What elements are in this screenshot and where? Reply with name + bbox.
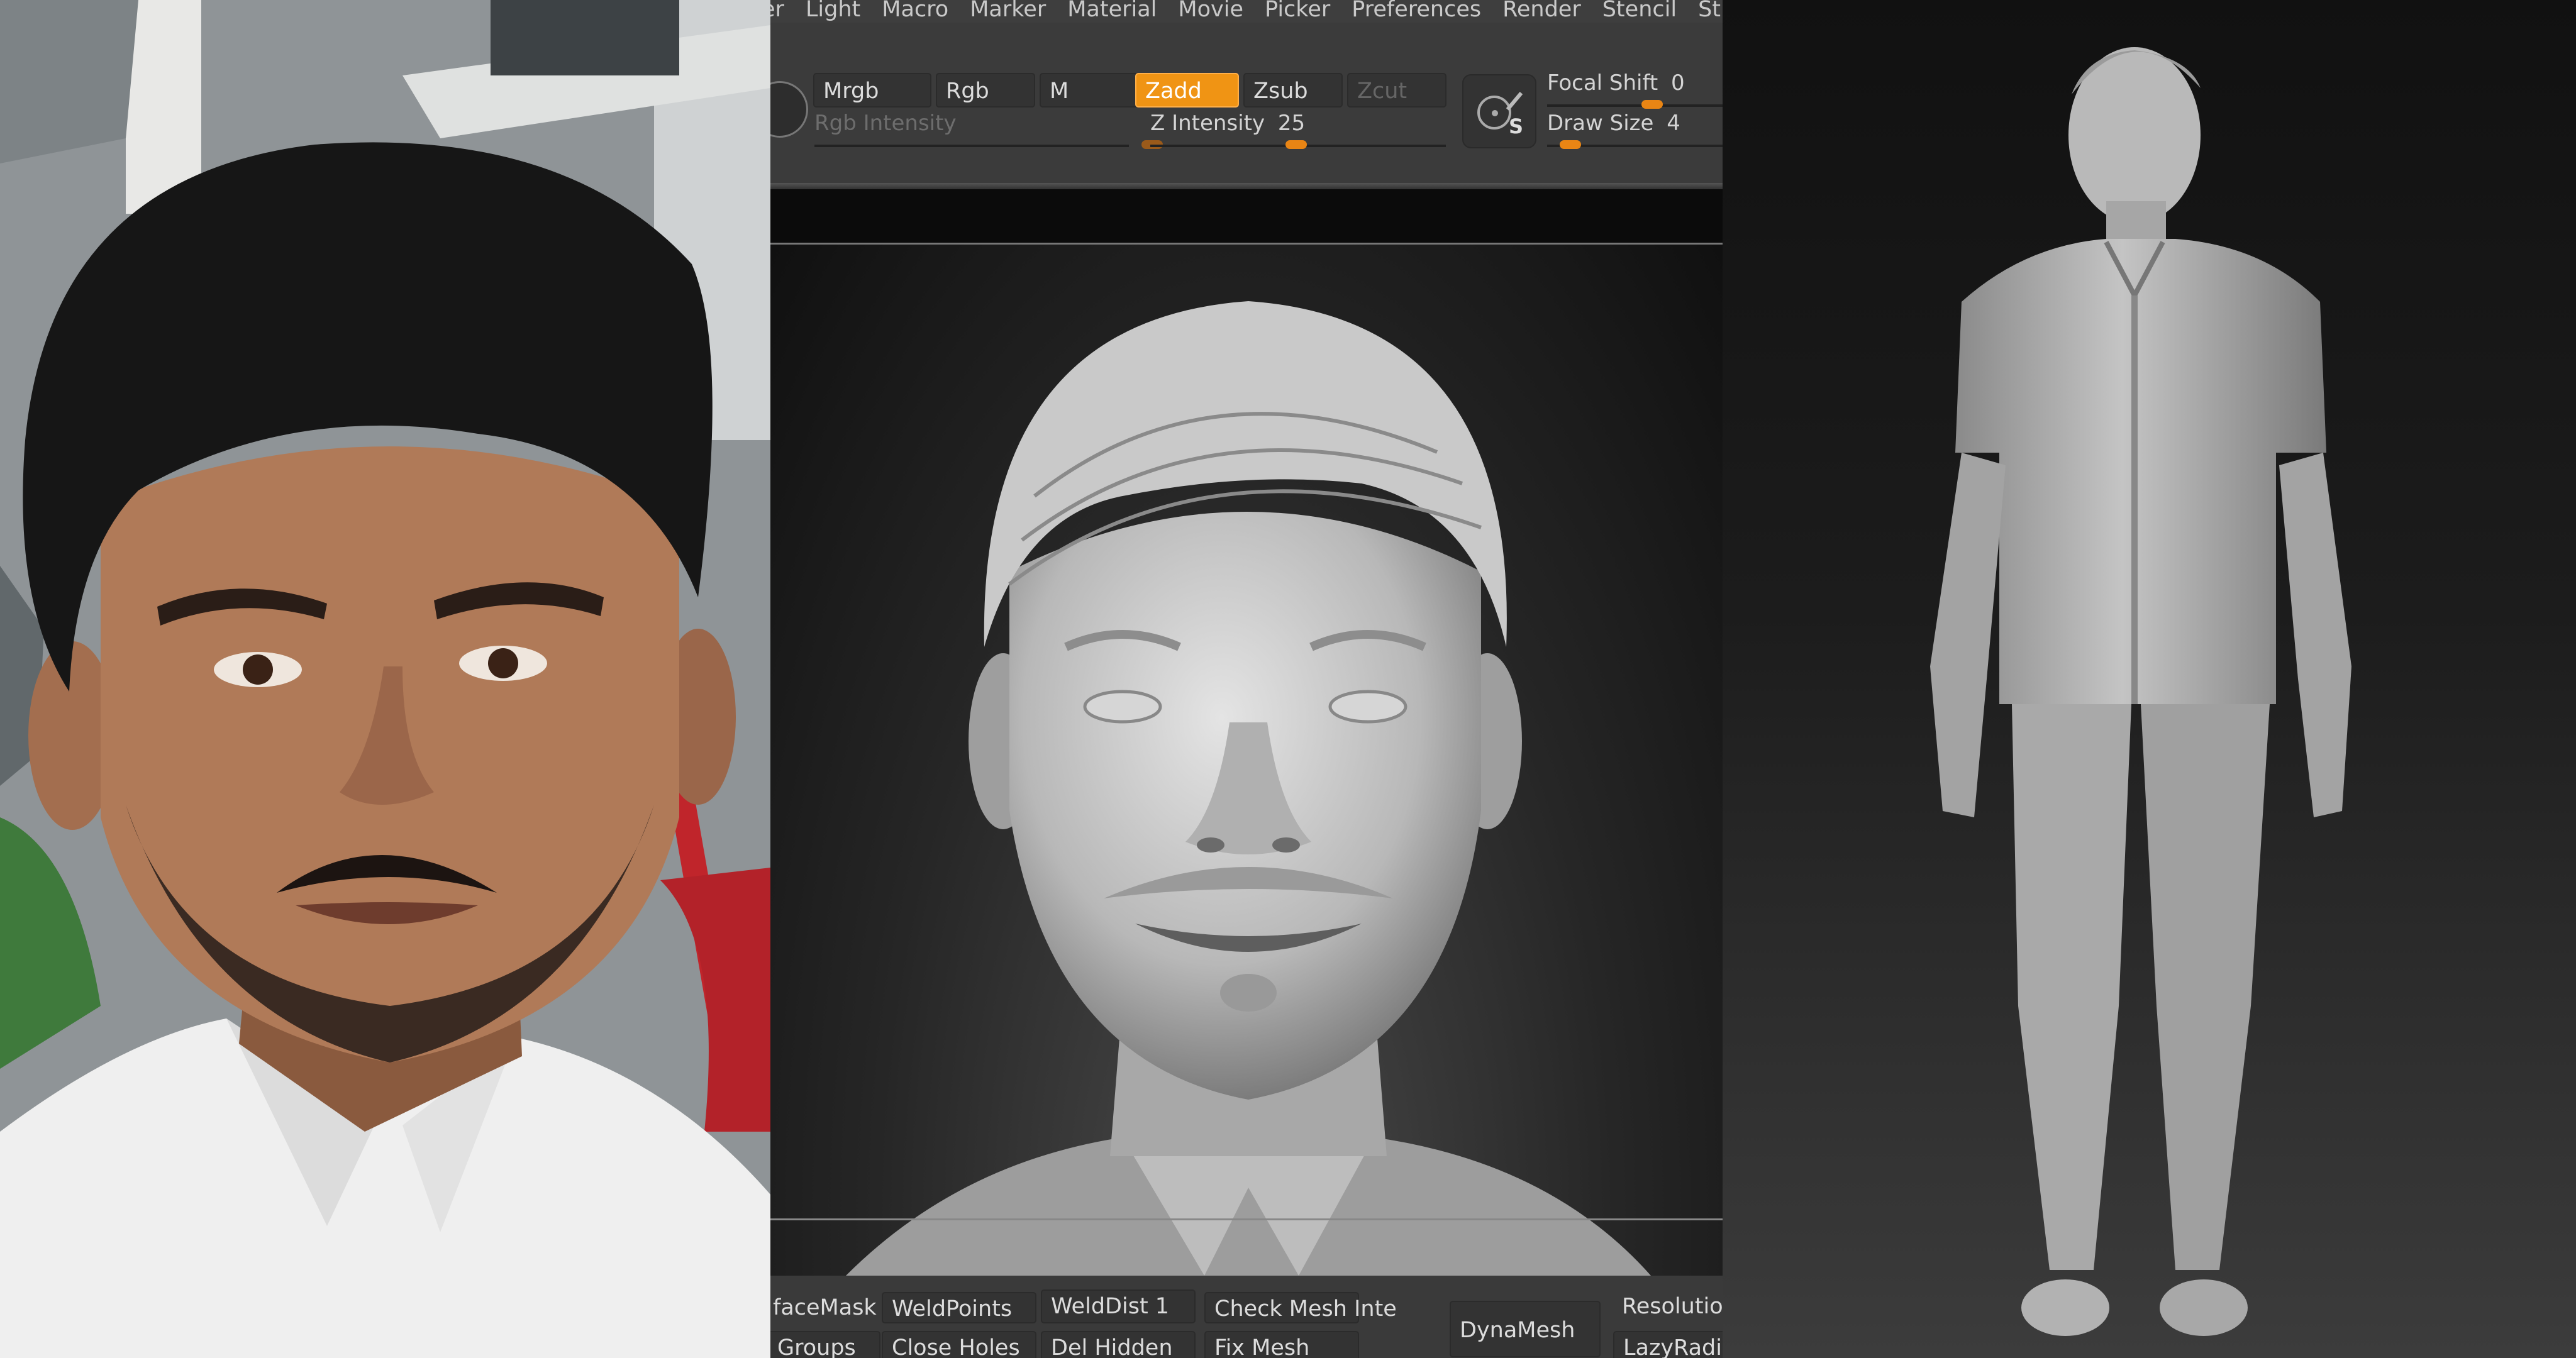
draw-size-slider[interactable]: Draw Size 4: [1547, 111, 1723, 149]
full-body-render: [1723, 0, 2576, 1358]
canvas-bottom-divider: [770, 1218, 1723, 1220]
m-button[interactable]: M: [1040, 73, 1150, 108]
welddist-slider[interactable]: WeldDist 1: [1041, 1289, 1196, 1323]
z-intensity-label: Z Intensity: [1150, 111, 1265, 136]
reference-photo-illustration: [0, 0, 770, 1358]
draw-size-value: 4: [1667, 111, 1680, 136]
menu-item-picker[interactable]: Picker: [1265, 0, 1330, 21]
head-sculpt-render: [846, 301, 1651, 1276]
full-body-sculpt: [1930, 47, 2351, 1336]
zbrush-window: er Light Macro Marker Material Movie Pic…: [770, 0, 1723, 1358]
brush-icon-letter: S: [1509, 114, 1524, 138]
menu-item-movie[interactable]: Movie: [1178, 0, 1243, 21]
sculpt-canvas[interactable]: [770, 245, 1723, 1276]
top-shelf: Mrgb Rgb M Zadd Zsub Zcut Rgb Intensity …: [770, 23, 1723, 190]
weldpoints-button[interactable]: WeldPoints: [882, 1292, 1036, 1323]
close-holes-button[interactable]: Close Holes: [882, 1331, 1036, 1358]
menu-item-stencil[interactable]: Stencil: [1602, 0, 1677, 21]
menu-item-er[interactable]: er: [770, 0, 784, 21]
focal-shift-slider[interactable]: Focal Shift 0: [1547, 70, 1723, 109]
dynamesh-button[interactable]: DynaMesh: [1450, 1301, 1601, 1357]
fix-mesh-button[interactable]: Fix Mesh: [1204, 1331, 1359, 1358]
zsub-button[interactable]: Zsub: [1243, 73, 1343, 108]
del-hidden-button[interactable]: Del Hidden: [1041, 1331, 1196, 1358]
zcut-button[interactable]: Zcut: [1347, 73, 1446, 108]
rgb-intensity-slider[interactable]: Rgb Intensity: [814, 111, 1163, 149]
menu-bar: er Light Macro Marker Material Movie Pic…: [770, 0, 1723, 23]
surfacemask-button[interactable]: faceMask: [770, 1292, 877, 1323]
menu-item-stroke[interactable]: Stroke: [1698, 0, 1723, 21]
rgb-intensity-label: Rgb Intensity: [814, 111, 957, 136]
bottom-shelf: faceMask WeldPoints WeldDist 1 Check Mes…: [770, 1276, 1723, 1358]
menu-item-macro[interactable]: Macro: [882, 0, 948, 21]
check-mesh-integrity-button[interactable]: Check Mesh Inte: [1204, 1292, 1397, 1323]
menu-item-preferences[interactable]: Preferences: [1352, 0, 1481, 21]
focal-shift-label: Focal Shift: [1547, 70, 1658, 96]
reference-photo: [0, 0, 770, 1358]
menu-item-material[interactable]: Material: [1067, 0, 1157, 21]
menu-item-marker[interactable]: Marker: [970, 0, 1046, 21]
lazyradius-slider[interactable]: LazyRadius: [1613, 1331, 1723, 1358]
zadd-button[interactable]: Zadd: [1135, 73, 1239, 108]
radial-menu-icon[interactable]: [770, 81, 808, 138]
brush-icon[interactable]: S: [1462, 74, 1536, 148]
resolution-slider[interactable]: Resolution: [1613, 1291, 1723, 1322]
groups-button[interactable]: Groups: [770, 1331, 880, 1358]
rgb-button[interactable]: Rgb: [936, 73, 1035, 108]
menu-item-light[interactable]: Light: [806, 0, 860, 21]
z-intensity-value: 25: [1277, 111, 1306, 136]
z-intensity-slider[interactable]: Z Intensity 25: [1150, 111, 1452, 149]
focal-shift-value: 0: [1671, 70, 1685, 96]
menu-item-render[interactable]: Render: [1502, 0, 1581, 21]
canvas-header-strip: [770, 189, 1723, 243]
mrgb-button[interactable]: Mrgb: [813, 73, 931, 108]
draw-size-label: Draw Size: [1547, 111, 1654, 136]
